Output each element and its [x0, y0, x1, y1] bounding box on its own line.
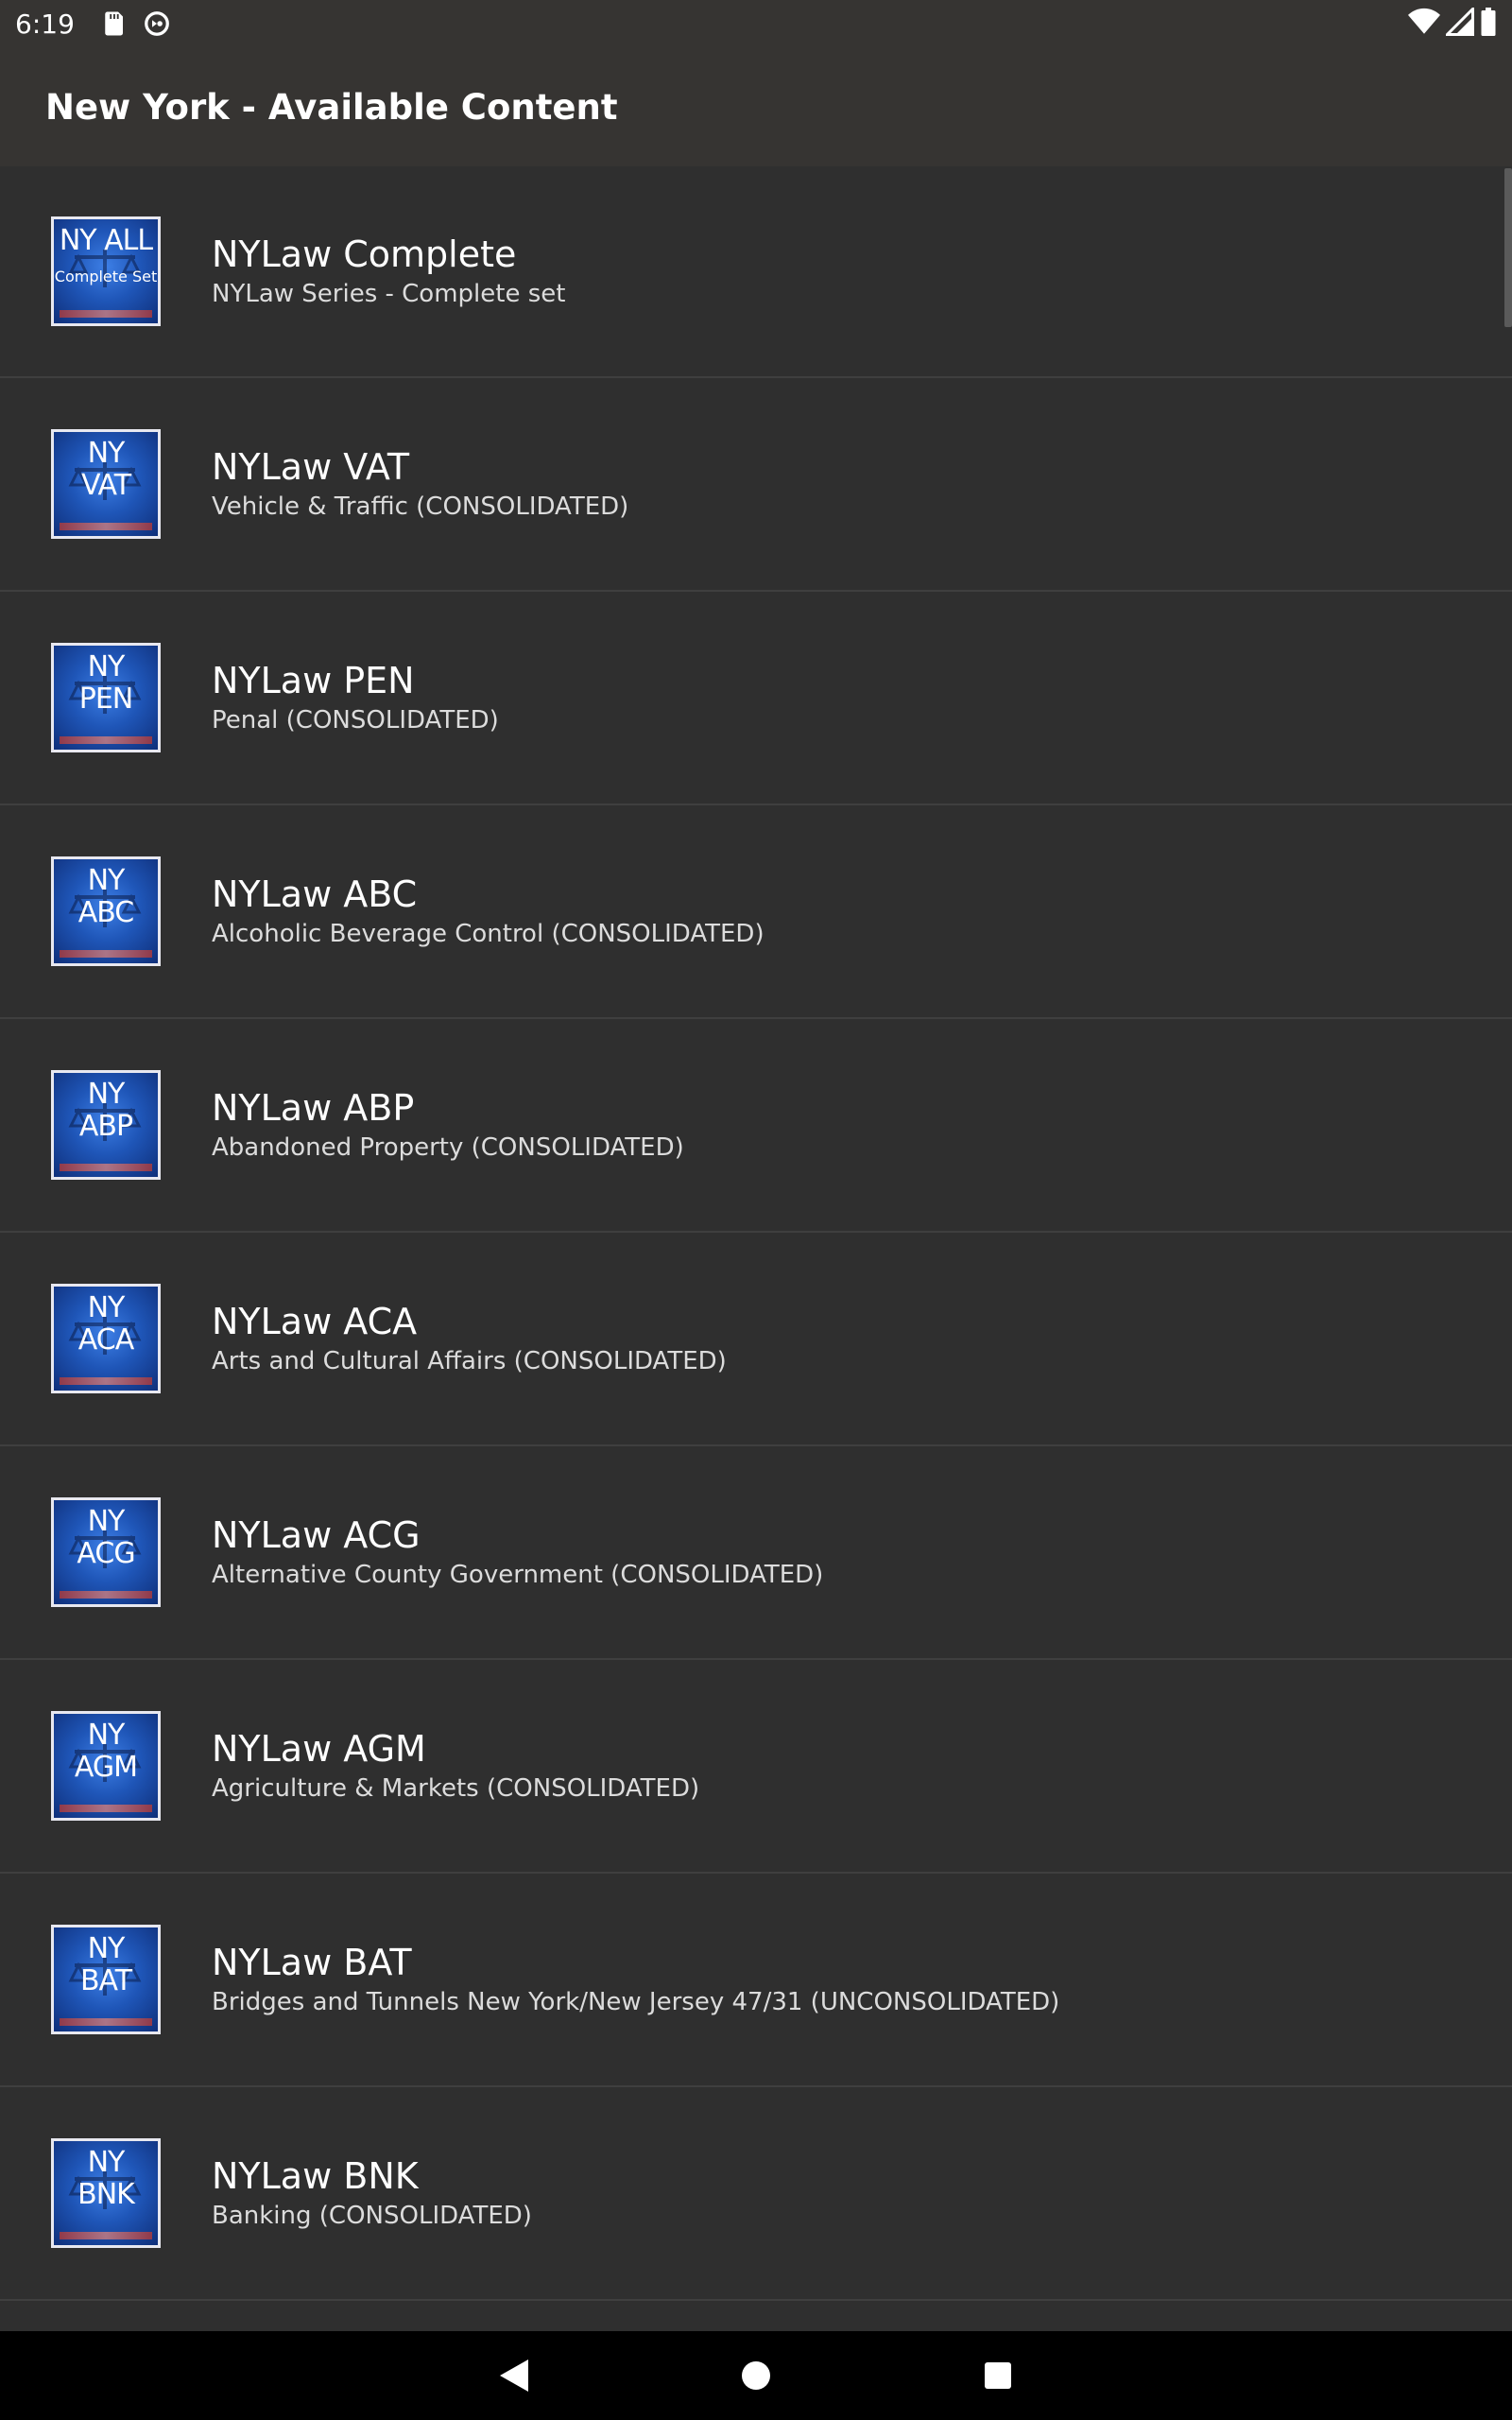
- status-bar: 6:19: [0, 0, 1512, 47]
- home-icon: [742, 2361, 770, 2390]
- icon-strip: [60, 310, 152, 318]
- item-texts: NYLaw VAT Vehicle & Traffic (CONSOLIDATE…: [212, 378, 628, 590]
- item-texts: NYLaw ABP Abandoned Property (CONSOLIDAT…: [212, 1019, 684, 1231]
- recents-icon: [985, 2362, 1011, 2389]
- list-item[interactable]: NY BNK NYLaw BNK Banking (CONSOLIDATED): [0, 2087, 1512, 2301]
- law-book-icon: NY VAT: [51, 429, 161, 539]
- icon-label-bottom: ABP: [78, 1110, 133, 1143]
- icon-strip: [60, 523, 152, 530]
- content-list[interactable]: NY ALL Complete Set NYLaw Complete NYLaw…: [0, 166, 1512, 2331]
- back-icon: [500, 2360, 528, 2392]
- list-item[interactable]: NY BAT NYLaw BAT Bridges and Tunnels New…: [0, 1874, 1512, 2087]
- item-subtitle: Alternative County Government (CONSOLIDA…: [212, 1561, 824, 1589]
- icon-label-top: NY: [87, 650, 126, 683]
- status-time: 6:19: [15, 8, 75, 40]
- law-book-icon: NY AGM: [51, 1711, 161, 1821]
- item-subtitle: Vehicle & Traffic (CONSOLIDATED): [212, 493, 629, 521]
- icon-strip: [60, 1805, 152, 1812]
- item-texts: NYLaw ABC Alcoholic Beverage Control (CO…: [212, 805, 765, 1017]
- item-subtitle: Alcoholic Beverage Control (CONSOLIDATED…: [212, 920, 765, 948]
- law-book-icon: NY PEN: [51, 643, 161, 752]
- item-subtitle: Agriculture & Markets (CONSOLIDATED): [212, 1774, 700, 1803]
- item-texts: NYLaw BAT Bridges and Tunnels New York/N…: [212, 1874, 1059, 2085]
- icon-strip: [60, 736, 152, 744]
- law-book-icon: NY ALL Complete Set: [51, 216, 161, 326]
- list-item[interactable]: NY ACG NYLaw ACG Alternative County Gove…: [0, 1446, 1512, 1660]
- item-subtitle: NYLaw Series - Complete set: [212, 280, 566, 308]
- list-item[interactable]: NY ABC NYLaw ABC Alcoholic Beverage Cont…: [0, 805, 1512, 1019]
- item-texts: NYLaw BNK Banking (CONSOLIDATED): [212, 2087, 532, 2299]
- status-right-icons: [1408, 5, 1497, 41]
- nav-bar: [0, 2331, 1512, 2420]
- icon-strip: [60, 2018, 152, 2026]
- item-title: NYLaw PEN: [212, 660, 415, 701]
- icon-label-top: NY: [87, 1932, 126, 1965]
- item-title: NYLaw AGM: [212, 1728, 426, 1770]
- icon-label-bottom: AGM: [74, 1751, 138, 1784]
- icon-label-bottom: BNK: [77, 2178, 135, 2211]
- law-book-icon: NY ABC: [51, 856, 161, 966]
- item-subtitle: Penal (CONSOLIDATED): [212, 706, 499, 735]
- icon-label-top: NY ALL: [59, 224, 153, 257]
- icon-label-bottom: ABC: [77, 896, 135, 929]
- item-subtitle: Banking (CONSOLIDATED): [212, 2202, 532, 2230]
- item-texts: NYLaw ACA Arts and Cultural Affairs (CON…: [212, 1233, 727, 1444]
- item-title: NYLaw ACG: [212, 1514, 421, 1556]
- battery-icon: [1480, 7, 1497, 41]
- list-item[interactable]: NY ABP NYLaw ABP Abandoned Property (CON…: [0, 1019, 1512, 1233]
- back-button[interactable]: [457, 2331, 571, 2420]
- icon-strip: [60, 1164, 152, 1171]
- item-texts: NYLaw PEN Penal (CONSOLIDATED): [212, 592, 499, 804]
- cell-signal-icon: [1443, 5, 1474, 41]
- list-item[interactable]: NY PEN NYLaw PEN Penal (CONSOLIDATED): [0, 592, 1512, 805]
- item-texts: NYLaw Complete NYLaw Series - Complete s…: [212, 166, 565, 376]
- list-item[interactable]: NY AGM NYLaw AGM Agriculture & Markets (…: [0, 1660, 1512, 1874]
- list-item[interactable]: NY VAT NYLaw VAT Vehicle & Traffic (CONS…: [0, 378, 1512, 592]
- law-book-icon: NY BAT: [51, 1925, 161, 2034]
- law-book-icon: NY ACG: [51, 1497, 161, 1607]
- sd-card-icon: [99, 9, 128, 38]
- item-title: NYLaw ABP: [212, 1087, 415, 1129]
- icon-label-top: NY: [87, 864, 126, 897]
- item-title: NYLaw BAT: [212, 1942, 412, 1983]
- icon-label-top: NY: [87, 1505, 126, 1538]
- item-title: NYLaw ACA: [212, 1301, 418, 1342]
- icon-label-top: NY: [87, 437, 126, 470]
- item-subtitle: Bridges and Tunnels New York/New Jersey …: [212, 1988, 1060, 2016]
- page-title: New York - Available Content: [45, 86, 618, 128]
- item-subtitle: Arts and Cultural Affairs (CONSOLIDATED): [212, 1347, 727, 1375]
- home-button[interactable]: [699, 2331, 813, 2420]
- item-title: NYLaw BNK: [212, 2155, 419, 2197]
- item-subtitle: Abandoned Property (CONSOLIDATED): [212, 1133, 684, 1162]
- icon-strip: [60, 2232, 152, 2239]
- item-title: NYLaw Complete: [212, 233, 517, 275]
- icon-label-bottom: ACA: [77, 1323, 134, 1357]
- app-bar: New York - Available Content: [0, 47, 1512, 166]
- item-title: NYLaw ABC: [212, 873, 418, 915]
- law-book-icon: NY ABP: [51, 1070, 161, 1180]
- icon-label-bottom: Complete Set: [54, 268, 158, 285]
- list-item[interactable]: NY ACA NYLaw ACA Arts and Cultural Affai…: [0, 1233, 1512, 1446]
- icon-label-top: NY: [87, 1719, 126, 1752]
- icon-strip: [60, 1377, 152, 1385]
- law-book-icon: NY ACA: [51, 1284, 161, 1393]
- law-book-icon: NY BNK: [51, 2138, 161, 2248]
- icon-strip: [60, 950, 152, 958]
- item-texts: NYLaw AGM Agriculture & Markets (CONSOLI…: [212, 1660, 699, 1872]
- item-texts: NYLaw ACG Alternative County Government …: [212, 1446, 823, 1658]
- icon-label-bottom: BAT: [79, 1964, 132, 1997]
- item-title: NYLaw VAT: [212, 446, 410, 488]
- wifi-icon: [1408, 8, 1440, 41]
- icon-strip: [60, 1591, 152, 1599]
- list-item[interactable]: NY ALL Complete Set NYLaw Complete NYLaw…: [0, 166, 1512, 378]
- recents-button[interactable]: [941, 2331, 1055, 2420]
- icon-label-bottom: ACG: [77, 1537, 135, 1570]
- icon-label-bottom: PEN: [78, 683, 134, 716]
- sync-icon: [143, 9, 171, 38]
- icon-label-top: NY: [87, 1078, 126, 1111]
- icon-label-top: NY: [87, 2146, 126, 2179]
- icon-label-top: NY: [87, 1291, 126, 1324]
- scrollbar[interactable]: [1504, 168, 1512, 327]
- icon-label-bottom: VAT: [80, 469, 131, 502]
